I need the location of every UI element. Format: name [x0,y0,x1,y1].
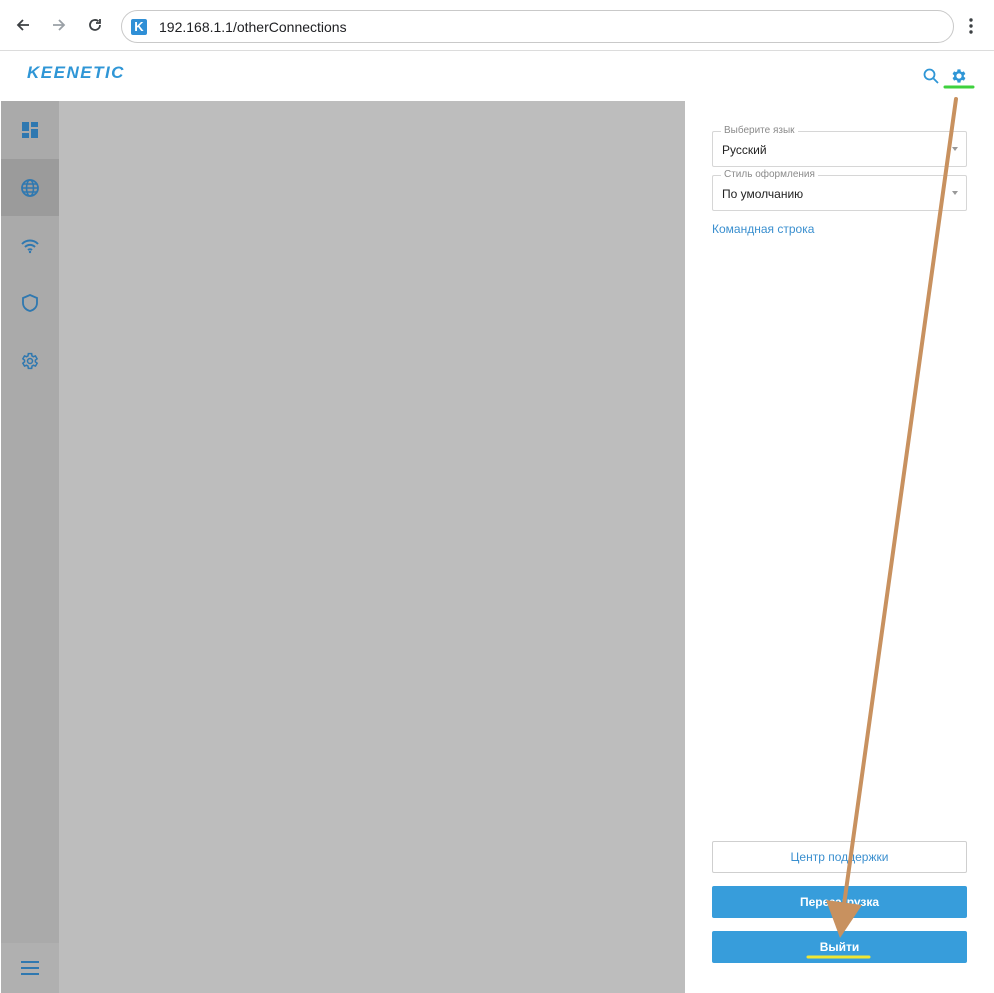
chevron-down-icon [952,147,958,151]
search-icon [923,68,939,84]
support-center-button[interactable]: Центр поддержки [712,841,967,873]
app-header: KEENETIC [0,52,994,101]
reboot-button[interactable]: Перезагрузка [712,886,967,918]
settings-button[interactable] [949,66,969,86]
sidebar-item-management[interactable] [1,332,59,389]
address-bar[interactable]: K 192.168.1.1/otherConnections [121,10,954,43]
dashboard-icon [22,121,38,138]
wifi-icon [21,239,39,253]
content-overlay[interactable] [59,101,685,993]
more-vert-icon [969,18,973,34]
language-value: Русский [722,143,767,157]
url-text[interactable]: 192.168.1.1/otherConnections [159,19,347,35]
sidebar-item-wifi[interactable] [1,217,59,274]
reload-icon [89,19,101,31]
arrow-left-icon [16,19,29,31]
back-button[interactable] [9,11,37,39]
sidebar-item-security[interactable] [1,274,59,331]
sidebar [1,101,59,993]
language-select[interactable]: Выберите язык Русский [712,125,967,167]
sidebar-item-internet[interactable] [1,159,59,216]
theme-value: По умолчанию [722,187,804,201]
cog-icon [21,352,39,369]
logout-button[interactable]: Выйти [712,931,967,963]
keenetic-logo: KEENETIC [27,63,125,82]
language-label: Выберите язык [721,125,798,136]
site-favicon: K [131,19,147,35]
arrow-right-icon [53,19,66,31]
theme-select[interactable]: Стиль оформления По умолчанию [712,169,967,211]
globe-icon [21,178,39,197]
shield-icon [22,293,38,312]
hamburger-icon [21,961,39,975]
browser-toolbar: K 192.168.1.1/otherConnections [0,0,994,51]
gear-icon [952,69,966,83]
browser-menu-button[interactable] [960,13,982,39]
command-line-link[interactable]: Командная строка [712,222,814,236]
theme-label: Стиль оформления [721,169,818,180]
reload-button[interactable] [81,11,109,39]
chevron-down-icon [952,191,958,195]
forward-button[interactable] [45,11,73,39]
settings-panel: Выберите язык Русский Стиль оформления П… [685,101,994,993]
search-button[interactable] [921,66,941,86]
sidebar-item-dashboard[interactable] [1,101,59,158]
sidebar-menu-toggle[interactable] [1,943,59,993]
